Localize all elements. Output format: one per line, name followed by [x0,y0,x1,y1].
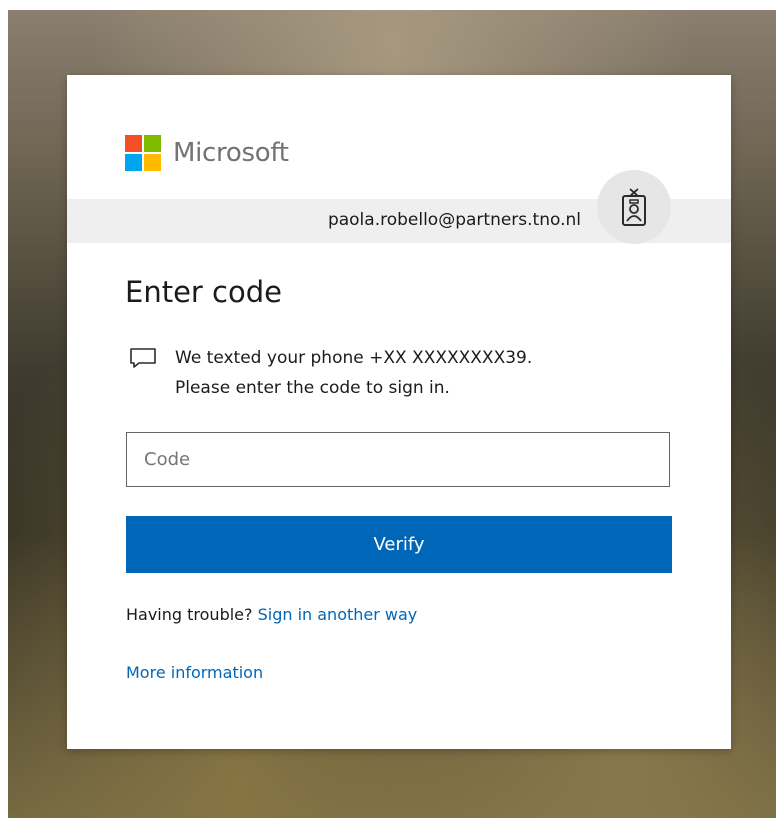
brand-name: Microsoft [173,138,289,168]
logo-square-yellow [144,154,161,171]
sign-in-another-way-link[interactable]: Sign in another way [258,605,418,624]
microsoft-logo-icon [125,135,161,171]
sms-message-line-1: We texted your phone +XX XXXXXXXX39. [175,348,533,368]
brand-logo: Microsoft [125,135,289,171]
sms-message: We texted your phone +XX XXXXXXXX39. Ple… [129,343,532,403]
page-title: Enter code [125,275,282,309]
sms-message-line-2: Please enter the code to sign in. [175,378,450,398]
identity-badge [597,170,671,244]
logo-square-green [144,135,161,152]
code-input[interactable] [126,432,670,487]
chat-bubble-icon [130,348,156,368]
sms-message-text: We texted your phone +XX XXXXXXXX39. Ple… [175,343,532,403]
sign-in-card: Microsoft paola.robello@partners.tno.nl … [67,75,731,749]
trouble-row: Having trouble? Sign in another way [126,605,417,624]
verify-button[interactable]: Verify [126,516,672,573]
trouble-prefix: Having trouble? [126,605,253,624]
logo-square-red [125,135,142,152]
badge-icon [622,188,646,226]
logo-square-blue [125,154,142,171]
more-information-link[interactable]: More information [126,663,263,682]
account-email: paola.robello@partners.tno.nl [327,210,581,230]
